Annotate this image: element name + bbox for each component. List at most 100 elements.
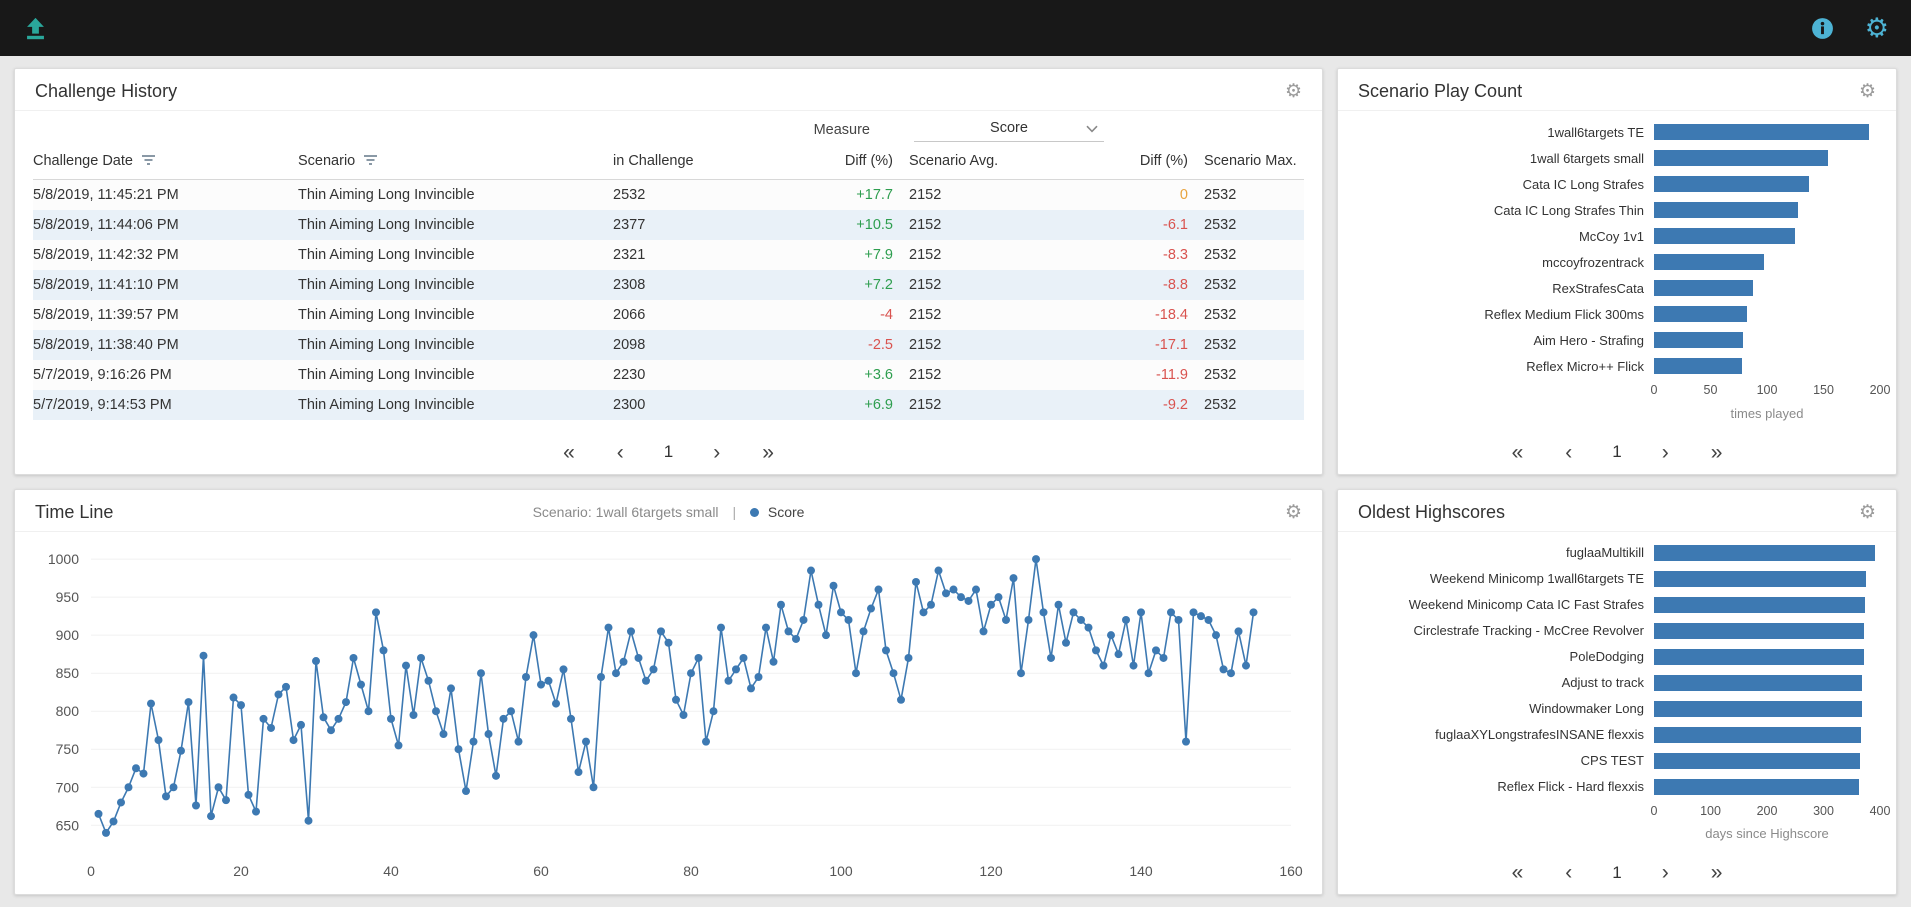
data-point (949, 585, 958, 594)
first-page-button[interactable]: « (1510, 442, 1526, 463)
cell-in-challenge: 2377 (613, 217, 646, 233)
data-point (574, 767, 583, 776)
column-header: Scenario (298, 147, 613, 180)
cell-diff-avg: -8.8 (1163, 277, 1188, 293)
data-point (1249, 607, 1258, 616)
bar-category-label: Circlestrafe Tracking - McCree Revolver (1413, 623, 1644, 638)
prev-page-button[interactable]: ‹ (1563, 862, 1574, 883)
settings-gear-icon[interactable]: ⚙ (1865, 14, 1889, 42)
table-row[interactable]: 5/8/2019, 11:39:57 PM Thin Aiming Long In… (33, 300, 1304, 330)
cell-scenario: Thin Aiming Long Invincible (298, 217, 475, 233)
y-tick-label: 750 (56, 741, 80, 757)
bar-rows: fuglaaMultikill Weekend Minicomp 1wall6ta… (1354, 540, 1880, 800)
data-point (334, 714, 343, 723)
bar-row: Reflex Flick - Hard flexxis (1354, 774, 1880, 800)
bar (1654, 254, 1764, 270)
bar (1654, 648, 1864, 665)
panel-gear-icon[interactable]: ⚙ (1859, 503, 1876, 522)
next-page-button[interactable]: › (1660, 442, 1671, 463)
prev-page-button[interactable]: ‹ (1563, 442, 1574, 463)
data-point (454, 744, 463, 753)
column-header-label: Scenario (298, 153, 356, 169)
scenario-play-count-header: Scenario Play Count ⚙ (1338, 69, 1896, 111)
x-tick-label: 200 (1756, 803, 1778, 818)
bar-track (1654, 622, 1880, 639)
data-point (462, 786, 470, 795)
info-icon[interactable] (1810, 16, 1835, 41)
measure-select[interactable]: Score (914, 118, 1104, 142)
prev-page-button[interactable]: ‹ (615, 442, 626, 463)
table-row[interactable]: 5/7/2019, 9:14:53 PM Thin Aiming Long Inv… (33, 390, 1304, 420)
bar (1654, 228, 1796, 244)
data-point (514, 737, 523, 746)
data-point (117, 797, 125, 806)
cell-scenario-avg: 2152 (909, 187, 942, 203)
bar-category-label: Reflex Medium Flick 300ms (1484, 306, 1644, 322)
bar-category-label: 1wall 6targets small (1529, 150, 1644, 166)
cell-scenario-avg: 2152 (909, 277, 942, 293)
bar (1654, 622, 1865, 639)
x-tick-label: 20 (233, 863, 249, 879)
filter-icon[interactable] (141, 154, 156, 166)
filter-icon[interactable] (363, 154, 378, 166)
last-page-button[interactable]: » (1709, 442, 1725, 463)
bar-track (1654, 176, 1880, 192)
x-axis-label: days since Highscore (1705, 826, 1829, 841)
panel-gear-icon[interactable]: ⚙ (1285, 82, 1302, 101)
data-point (612, 668, 620, 677)
cell-date: 5/8/2019, 11:45:21 PM (33, 187, 179, 203)
bar-track (1654, 150, 1880, 166)
bar-category-label: 1wall6targets TE (1547, 124, 1644, 140)
x-tick-label: 140 (1129, 863, 1153, 879)
table-row[interactable]: 5/8/2019, 11:41:10 PM Thin Aiming Long In… (33, 270, 1304, 300)
top-bar: ⚙ (0, 0, 1911, 56)
data-point (604, 623, 613, 632)
cell-scenario: Thin Aiming Long Invincible (298, 397, 475, 413)
legend-dot-icon (749, 508, 759, 517)
table-row[interactable]: 5/8/2019, 11:45:21 PM Thin Aiming Long In… (33, 179, 1304, 210)
data-point (987, 600, 995, 609)
next-page-button[interactable]: › (711, 442, 722, 463)
measure-select-value: Score (990, 120, 1028, 136)
bar-track (1654, 700, 1880, 717)
data-point (1197, 611, 1205, 620)
data-point (1069, 607, 1078, 616)
bar-category-label: Reflex Micro++ Flick (1526, 358, 1644, 374)
first-page-button[interactable]: « (1510, 862, 1526, 883)
panel-title: Scenario Play Count (1358, 81, 1523, 101)
timeline-chart: 650 700 750 800 850 900 950 1000 0 20 40 60 80 100 120… (48, 551, 1303, 879)
bar-category-label: McCoy 1v1 (1578, 228, 1644, 244)
cell-diff-challenge: -4 (880, 307, 893, 323)
data-point (762, 623, 770, 632)
first-page-button[interactable]: « (561, 442, 577, 463)
bar (1654, 674, 1863, 691)
data-point (747, 683, 755, 692)
data-point (1137, 607, 1145, 616)
last-page-button[interactable]: » (1709, 862, 1725, 883)
subtitle-separator: | (732, 504, 737, 520)
table-row[interactable]: 5/8/2019, 11:42:32 PM Thin Aiming Long In… (33, 240, 1304, 270)
data-point (1152, 645, 1160, 654)
data-point (942, 588, 950, 597)
data-point (169, 782, 178, 791)
scenario-play-count-chart: 1wall6targets TE 1wall 6targets small Cata… (1338, 111, 1896, 425)
data-point (1227, 668, 1235, 677)
panel-gear-icon[interactable]: ⚙ (1285, 503, 1302, 522)
last-page-button[interactable]: » (760, 442, 776, 463)
table-row[interactable]: 5/8/2019, 11:44:06 PM Thin Aiming Long In… (33, 210, 1304, 240)
data-point (94, 809, 103, 818)
cell-scenario-max: 2532 (1204, 187, 1237, 203)
table-row[interactable]: 5/7/2019, 9:16:26 PM Thin Aiming Long Inv… (33, 360, 1304, 390)
data-point (1084, 623, 1093, 632)
panel-gear-icon[interactable]: ⚙ (1859, 82, 1876, 101)
x-axis: 0 100 200 300 400 (1354, 800, 1891, 820)
next-page-button[interactable]: › (1660, 862, 1671, 883)
x-axis: 0 50 100 150 200 (1354, 379, 1891, 399)
cell-diff-challenge: +3.6 (864, 367, 893, 383)
upload-icon[interactable] (22, 15, 49, 42)
table-row[interactable]: 5/8/2019, 11:38:40 PM Thin Aiming Long In… (33, 330, 1304, 360)
data-point (739, 653, 748, 662)
data-point (1054, 600, 1063, 609)
data-point (552, 699, 560, 708)
data-point (792, 634, 800, 643)
